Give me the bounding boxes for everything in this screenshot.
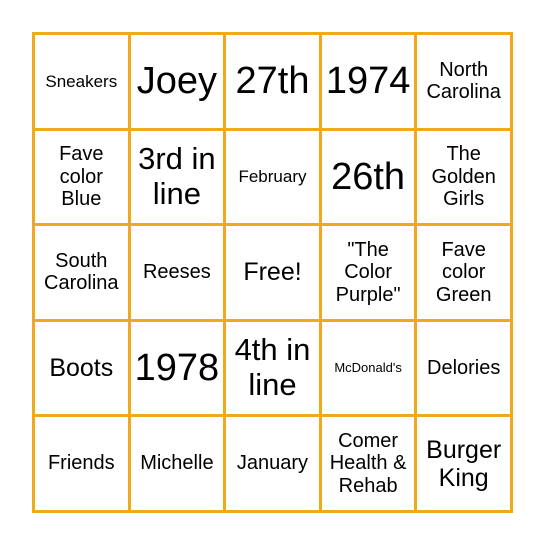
bingo-cell[interactable]: 3rd in line	[130, 130, 227, 227]
bingo-cell-label: 27th	[235, 60, 310, 103]
bingo-cell-label: North Carolina	[426, 58, 501, 104]
bingo-cell-label: 3rd in line	[138, 141, 216, 211]
bingo-cell[interactable]: 27th	[226, 35, 322, 131]
bingo-cell-label: Friends	[47, 452, 115, 475]
bingo-cell[interactable]: Reeses	[130, 226, 227, 322]
bingo-cell-label: "The Color Purple"	[335, 238, 401, 306]
bingo-cell[interactable]: Burger King	[417, 417, 513, 513]
bingo-cell-label: February	[238, 167, 307, 187]
bingo-cell[interactable]: Fave color Blue	[35, 130, 131, 227]
bingo-cell-label: McDonald's	[334, 359, 402, 375]
bingo-cell-label: Free!	[243, 258, 302, 287]
bingo-cell-label: Boots	[49, 354, 114, 383]
bingo-cell[interactable]: Joey	[130, 35, 227, 131]
bingo-cell[interactable]: January	[226, 417, 322, 513]
bingo-cell-label: Michelle	[140, 452, 214, 475]
bingo-cell-label: 26th	[331, 155, 406, 198]
bingo-cell[interactable]: Michelle	[130, 417, 227, 513]
bingo-cell-label: Reeses	[142, 261, 211, 284]
bingo-cell-label: Comer Health & Rehab	[329, 430, 407, 497]
bingo-cell[interactable]: Delories	[417, 321, 513, 418]
bingo-cell-label: Burger King	[426, 435, 502, 492]
bingo-cell-label: The Golden Girls	[431, 143, 496, 211]
bingo-cell-free-space[interactable]: Free!	[226, 226, 322, 322]
bingo-cell[interactable]: The Golden Girls	[417, 130, 513, 227]
bingo-cell-label: Delories	[427, 356, 501, 379]
bingo-cell[interactable]: February	[226, 130, 322, 227]
bingo-cell[interactable]: South Carolina	[35, 226, 131, 322]
bingo-cell[interactable]: 1978	[130, 321, 227, 418]
bingo-cell[interactable]: 1974	[321, 35, 418, 131]
bingo-cell-label: January	[236, 452, 309, 475]
bingo-cell-label: Joey	[136, 60, 218, 103]
bingo-cell-label: 1974	[325, 60, 411, 103]
bingo-cell-label: 4th in line	[234, 332, 311, 403]
bingo-cell-label: 1978	[134, 346, 220, 389]
bingo-cell[interactable]: "The Color Purple"	[321, 226, 418, 322]
bingo-cell-label: South Carolina	[44, 250, 119, 295]
bingo-cell[interactable]: Boots	[35, 321, 131, 418]
bingo-cell[interactable]: Friends	[35, 417, 131, 513]
bingo-cell-label: Fave color Green	[435, 238, 492, 306]
bingo-card: Sneakers Joey 27th 1974 North Carolina Fave c…	[32, 32, 513, 513]
bingo-cell[interactable]: 26th	[321, 130, 418, 227]
bingo-cell[interactable]: Comer Health & Rehab	[321, 417, 418, 513]
bingo-cell-label: Fave color Blue	[59, 143, 104, 211]
bingo-cell[interactable]: North Carolina	[417, 35, 513, 131]
bingo-cell[interactable]: McDonald's	[321, 321, 418, 418]
bingo-cell-label: Sneakers	[45, 71, 118, 91]
bingo-cell[interactable]: Fave color Green	[417, 226, 513, 322]
bingo-cell[interactable]: 4th in line	[226, 321, 322, 418]
bingo-cell[interactable]: Sneakers	[35, 35, 131, 131]
